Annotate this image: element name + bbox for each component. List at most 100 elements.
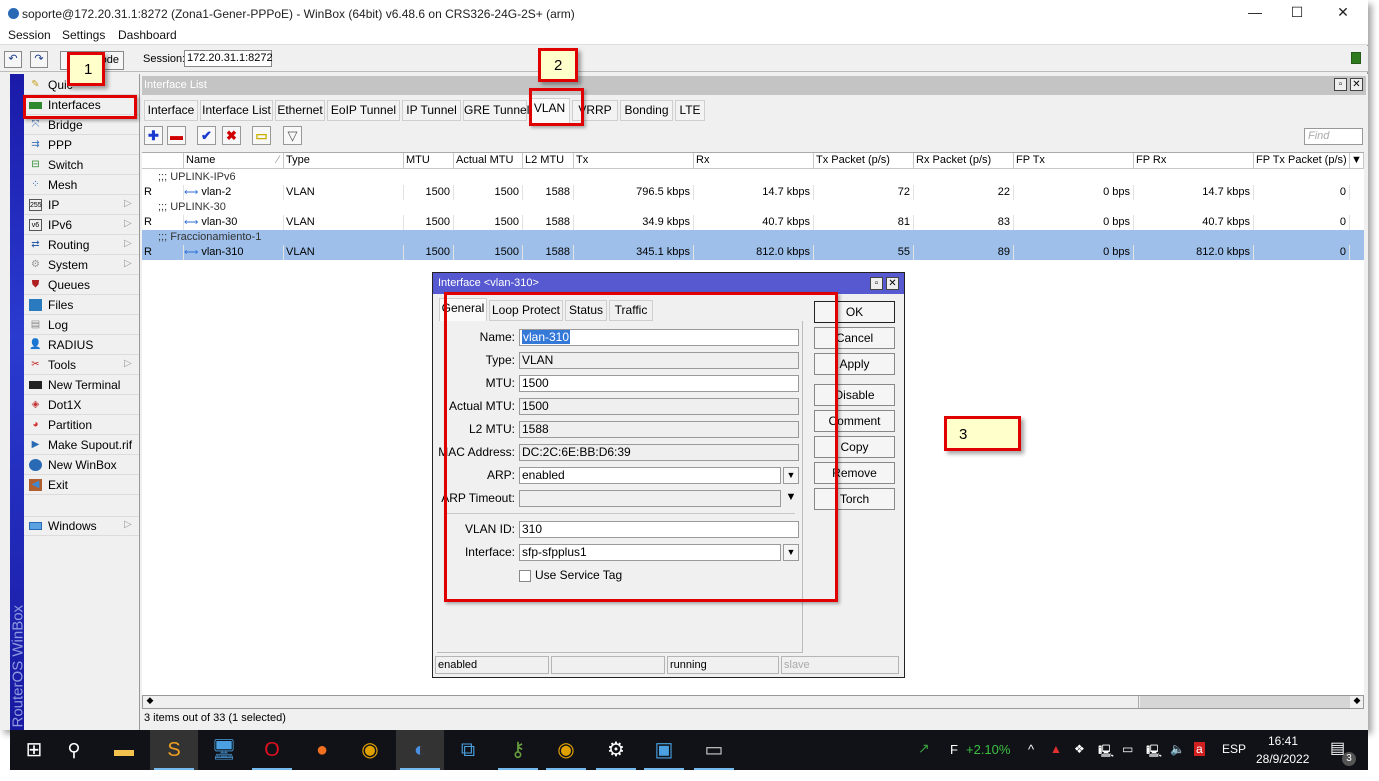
sidebar-item-system[interactable]: ⚙ System ▷ [24,255,139,275]
horizontal-scrollbar[interactable]: ◆ ◆ [142,695,1364,709]
settings-icon[interactable]: ⚙ [592,730,640,770]
table-row-selected[interactable]: R ⟷ vlan-310 VLAN 1500 1500 1588 345.1 kb… [142,245,1364,260]
tray-expand-icon[interactable]: ^ [1028,742,1034,757]
sidebar-item-mesh[interactable]: ⁘ Mesh [24,175,139,195]
opera-icon[interactable]: O [248,730,296,770]
sidebar-item-partition[interactable]: ◕ Partition [24,415,139,435]
tab-lte[interactable]: LTE [675,100,705,121]
col-rx[interactable]: Rx [694,153,814,169]
clock-date[interactable]: 28/9/2022 [1256,752,1309,766]
find-input[interactable]: Find [1304,128,1363,145]
scroll-left-icon[interactable]: ◆ [143,695,157,706]
minimize-button[interactable]: — [1240,4,1270,22]
col-fp-tx[interactable]: FP Tx [1014,153,1134,169]
undo-icon[interactable]: ↶ [4,51,22,68]
network-icon[interactable]: ⧉ [444,730,492,770]
restore-icon[interactable]: ▫ [1334,78,1347,91]
firefox-icon[interactable]: ● [298,730,346,770]
dropbox-icon[interactable]: ❖ [1074,742,1085,756]
file-explorer-icon[interactable]: ▬ [100,730,148,770]
remove-icon[interactable]: ▬ [167,126,186,145]
search-icon[interactable]: ⚲ [50,730,98,770]
tray-app-icon[interactable]: ▲ [1050,742,1062,756]
vpn-icon[interactable]: 🖳 [1098,742,1114,763]
sidebar-item-make-supout[interactable]: ▶ Make Supout.rif [24,435,139,455]
tab-ethernet[interactable]: Ethernet [275,100,325,121]
session-field[interactable]: 172.20.31.1:8272 [184,50,273,67]
scrollbar-track[interactable] [1140,696,1350,708]
tab-eoip-tunnel[interactable]: EoIP Tunnel [327,100,400,121]
close-button[interactable]: ✕ [1328,4,1358,22]
menu-session[interactable]: Session [8,28,51,42]
col-tx-packet[interactable]: Tx Packet (p/s) [814,153,914,169]
redo-icon[interactable]: ↷ [30,51,48,68]
ipv6-icon: v6 [29,219,42,231]
sidebar-item-exit[interactable]: ◀ Exit [24,475,139,495]
tab-bonding[interactable]: Bonding [620,100,673,121]
sidebar-item-switch[interactable]: ⊟ Switch [24,155,139,175]
clock-time[interactable]: 16:41 [1268,734,1298,748]
battery-icon[interactable]: ▭ [1122,742,1133,756]
network-status-icon[interactable]: 🖳 [1146,742,1162,763]
tab-ip-tunnel[interactable]: IP Tunnel [402,100,461,121]
sidebar-item-tools[interactable]: ✂ Tools ▷ [24,355,139,375]
table-comment-row[interactable]: ;;; Fraccionamiento-1 [142,230,1364,245]
antivirus-icon[interactable]: a [1194,742,1205,756]
table-comment-row[interactable]: ;;; UPLINK-30 [142,200,1364,215]
enable-icon[interactable]: ✔ [197,126,216,145]
disable-icon[interactable]: ✖ [222,126,241,145]
table-row[interactable]: R ⟷ vlan-2 VLAN 1500 1500 1588 796.5 kbps… [142,185,1364,200]
sidebar-item-ip[interactable]: 255 IP ▷ [24,195,139,215]
menu-settings[interactable]: Settings [62,28,105,42]
maximize-button[interactable]: ☐ [1282,4,1312,22]
stock-trend-icon[interactable]: ↗ [918,740,930,757]
sidebar-item-log[interactable]: ▤ Log [24,315,139,335]
sidebar-item-files[interactable]: Files [24,295,139,315]
sidebar-item-routing[interactable]: ⇄ Routing ▷ [24,235,139,255]
sidebar-item-dot1x[interactable]: ◈ Dot1X [24,395,139,415]
col-fp-rx[interactable]: FP Rx [1134,153,1254,169]
col-actual-mtu[interactable]: Actual MTU [454,153,523,169]
sublime-icon[interactable]: S [150,730,198,770]
sidebar-item-new-terminal[interactable]: New Terminal [24,375,139,395]
col-tx[interactable]: Tx [574,153,694,169]
table-comment-row[interactable]: ;;; UPLINK-IPv6 [142,170,1364,185]
table-row[interactable]: R ⟷ vlan-30 VLAN 1500 1500 1588 34.9 kbps… [142,215,1364,230]
sidebar-item-windows[interactable]: Windows ▷ [24,516,139,536]
sidebar-item-queues[interactable]: ⛊ Queues [24,275,139,295]
tab-interface[interactable]: Interface [144,100,198,121]
sidebar-item-ppp[interactable]: ⇉ PPP [24,135,139,155]
col-name[interactable]: Name ⁄ [184,153,284,169]
winbox-icon[interactable]: ◐ [396,730,444,770]
comment-icon[interactable]: ▭ [252,126,271,145]
dialog-restore-icon[interactable]: ▫ [870,277,883,290]
tab-interface-list[interactable]: Interface List [200,100,273,121]
sidebar-item-ipv6[interactable]: v6 IPv6 ▷ [24,215,139,235]
terminal-icon[interactable]: ▭ [690,730,738,770]
col-type[interactable]: Type [284,153,404,169]
col-fp-tx-packet[interactable]: FP Tx Packet (p/s) [1254,153,1350,169]
volume-icon[interactable]: 🔈 [1170,742,1185,756]
filter-icon[interactable]: ▽ [283,126,302,145]
col-l2-mtu[interactable]: L2 MTU [523,153,574,169]
menu-dashboard[interactable]: Dashboard [118,28,177,42]
dialog-close-icon[interactable]: ✕ [886,277,899,290]
chrome-icon[interactable]: ◉ [346,730,394,770]
keepass-icon[interactable]: ⚷ [494,730,542,770]
tab-gre-tunnel[interactable]: GRE Tunnel [463,100,529,121]
column-menu-icon[interactable]: ▼ [1350,153,1364,169]
col-flag[interactable] [142,153,184,169]
close-icon[interactable]: ✕ [1350,78,1363,91]
add-icon[interactable]: ✚ [144,126,163,145]
scrollbar-thumb[interactable] [159,696,1139,708]
scroll-right-icon[interactable]: ◆ [1350,695,1364,706]
chrome-icon-2[interactable]: ◉ [542,730,590,770]
sidebar-item-radius[interactable]: 👤 RADIUS [24,335,139,355]
sidebar-item-new-winbox[interactable]: New WinBox [24,455,139,475]
remote-desktop-icon[interactable]: 🖥 [200,730,248,770]
col-mtu[interactable]: MTU [404,153,454,169]
control-panel-icon[interactable]: ▣ [640,730,688,770]
col-rx-packet[interactable]: Rx Packet (p/s) [914,153,1014,169]
status-slave: slave [781,656,899,674]
language-indicator[interactable]: ESP [1222,742,1246,756]
